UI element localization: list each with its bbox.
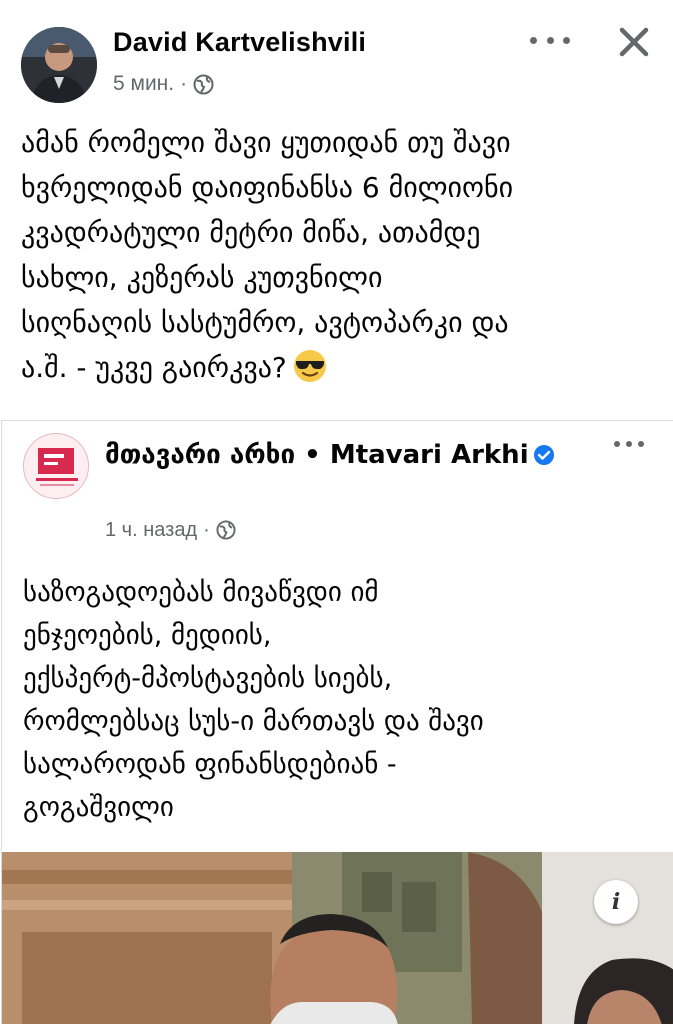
post-header: David Kartvelishvili 5 мин. · [0,0,673,110]
shared-post-text: საზოგადოებას მივაწვდი იმ ენჯეოების, მედი… [23,571,663,829]
info-icon[interactable]: i [594,880,638,924]
shared-text-line: რომლებსაც სუს-ი მართავს და შავი [23,706,484,737]
shared-text-line: საზოგადოებას მივაწვდი იმ [23,577,379,608]
post-text-line: ხვრელიდან დაიფინანსა 6 მილიონი [21,171,514,204]
globe-icon[interactable] [193,74,214,95]
shared-post-meta: 1 ч. назад · [105,519,237,542]
post-text-line-last: ა.შ. - უკვე გაირკვა? [21,345,661,390]
post-text-line: ა.შ. - უკვე გაირკვა? [21,351,287,384]
shared-post-photo[interactable]: i [2,852,673,1024]
shared-page-avatar[interactable] [23,433,89,499]
globe-icon[interactable] [216,520,237,541]
more-options-icon[interactable] [530,28,570,52]
author-name[interactable]: David Kartvelishvili [113,27,366,58]
shared-text-line: გოგაშვილი [23,792,174,823]
post-text-line: სიღნაღის სასტუმრო, ავტოპარკი და [21,306,509,339]
meta-separator: · [203,519,210,541]
shared-page-name[interactable]: მთავარი არხი • Mtavari Arkhi [105,437,565,473]
post-time[interactable]: 5 мин. [113,72,174,96]
shared-post-time[interactable]: 1 ч. назад [105,519,197,542]
post-text-line: სახლი, კეზერას კუთვნილი [21,261,383,294]
post-text: ამან რომელი შავი ყუთიდან თუ შავი ხვრელიდ… [21,120,661,390]
shared-page-name-text[interactable]: მთავარი არხი • Mtavari Arkhi [105,440,529,470]
shared-text-line: სალაროდან ფინანსდებიან - [23,749,397,780]
shared-text-line: ენჯეოების, მედიის, [23,620,272,651]
post-text-line: ამან რომელი შავი ყუთიდან თუ შავი [21,126,511,159]
verified-badge-icon [533,440,555,465]
shared-post[interactable]: მთავარი არხი • Mtavari Arkhi 1 ч. назад … [1,420,673,1024]
post-meta: 5 мин. · [113,72,214,96]
close-icon[interactable] [614,22,654,62]
shared-text-line: ექსპერტ-მპოსტავების სიებს, [23,663,393,694]
post-text-line: კვადრატული მეტრი მიწა, ათამდე [21,216,481,249]
meta-separator: · [180,72,188,95]
author-avatar[interactable] [21,27,97,103]
shared-more-options-icon[interactable] [614,439,644,449]
sunglasses-emoji-icon [293,349,327,383]
